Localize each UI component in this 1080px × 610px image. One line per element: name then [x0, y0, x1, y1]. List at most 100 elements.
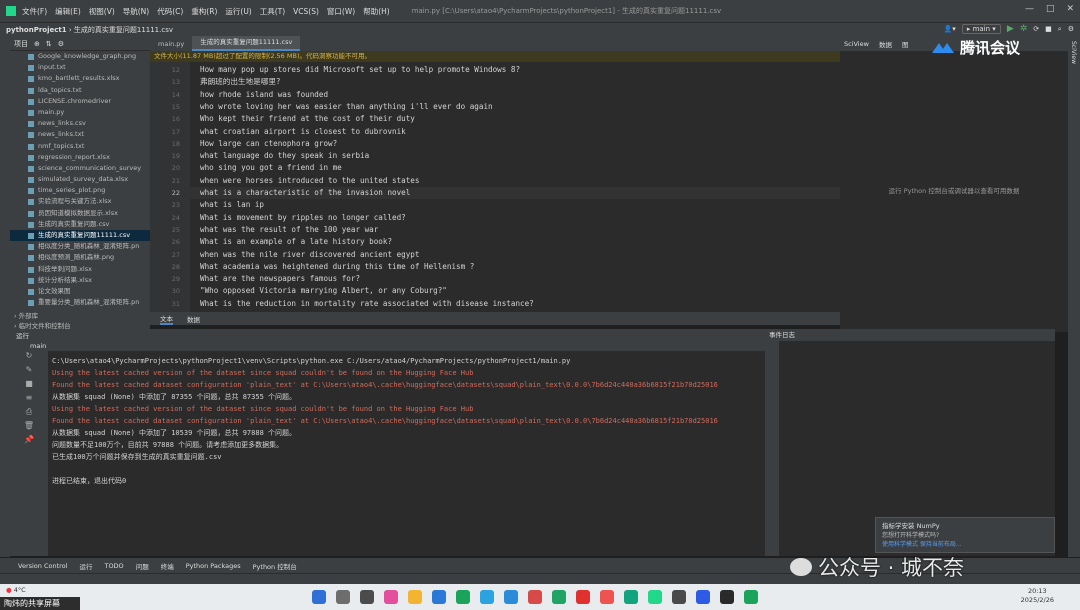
settings-icon[interactable]: ⚙ — [1068, 25, 1074, 33]
menu-item[interactable]: 视图(V) — [89, 7, 115, 16]
breadcrumb[interactable]: pythonProject1 › 生成的真实重复问题11111.csv — [6, 25, 173, 35]
menu-item[interactable]: VCS(S) — [293, 7, 319, 16]
file-tree-item[interactable]: 论文效果图 — [10, 286, 150, 297]
editor-tab[interactable]: 生成的真实重复问题11111.csv — [192, 36, 301, 51]
file-tree-item[interactable]: 生成的真实重复问题11111.csv — [10, 230, 150, 242]
app-icon[interactable] — [624, 590, 638, 604]
app-icon[interactable] — [744, 590, 758, 604]
app-icon[interactable] — [384, 590, 398, 604]
collapse-icon[interactable]: ⇅ — [46, 40, 52, 48]
notification-links[interactable]: 使用科学模式 保持当前布局... — [882, 539, 1048, 548]
file-tree-item[interactable]: simulated_survey_data.xlsx — [10, 174, 150, 185]
debug-icon[interactable]: ✲ — [1020, 24, 1028, 34]
run-tab[interactable]: main — [10, 341, 765, 351]
editor-view-tab[interactable]: 数据 — [187, 314, 200, 324]
run-tab-label[interactable]: main — [30, 342, 46, 350]
tool-window-button[interactable]: Python 控制台 — [253, 561, 297, 571]
run-console[interactable]: C:\Users\atao4\PycharmProjects\pythonPro… — [48, 351, 765, 556]
breadcrumb-file[interactable]: 生成的真实重复问题11111.csv — [74, 26, 173, 34]
pin-icon[interactable]: 📌 — [10, 435, 48, 449]
stop-icon[interactable]: ■ — [1045, 25, 1052, 33]
sciview-side-tab[interactable]: SciView — [1070, 41, 1077, 64]
tool-window-button[interactable]: 问题 — [136, 561, 149, 571]
app-icon[interactable] — [432, 590, 446, 604]
task-view-icon[interactable] — [360, 590, 374, 604]
menu-item[interactable]: 窗口(W) — [327, 7, 355, 16]
menu-item[interactable]: 编辑(E) — [55, 7, 81, 16]
app-icon[interactable] — [528, 590, 542, 604]
clock[interactable]: 20:13 2025/2/26 — [1021, 587, 1054, 605]
file-tree-item[interactable]: 实验流程与关键方法.xlsx — [10, 196, 150, 207]
file-tree-item[interactable]: science_communication_survey — [10, 163, 150, 174]
file-tree-item[interactable]: 员因知道模拟数据显示.xlsx — [10, 208, 150, 219]
file-tree-item[interactable]: 统计分析结果.xlsx — [10, 275, 150, 286]
app-icon[interactable] — [576, 590, 590, 604]
edge-icon[interactable] — [480, 590, 494, 604]
tool-window-button[interactable]: 运行 — [79, 561, 92, 571]
explorer-icon[interactable] — [408, 590, 422, 604]
gear-icon[interactable]: ⚙ — [58, 40, 64, 48]
run-config-select[interactable]: ▸ main ▾ — [961, 24, 1001, 34]
file-tree-item[interactable]: time_series_plot.png — [10, 185, 150, 196]
file-tree-item[interactable]: regression_report.xlsx — [10, 152, 150, 163]
menu-item[interactable]: 重构(R) — [191, 7, 217, 16]
weather-widget[interactable]: ● 4°C — [6, 586, 26, 594]
file-tree-item[interactable]: kmo_bartlett_results.xlsx — [10, 73, 150, 84]
minimize-icon[interactable]: — — [1025, 4, 1034, 14]
start-icon[interactable] — [312, 590, 326, 604]
editor-tab[interactable]: main.py — [150, 38, 192, 51]
app-icon[interactable] — [504, 590, 518, 604]
print-icon[interactable]: ⎙ — [10, 407, 48, 421]
scroll-icon[interactable]: ≡ — [10, 393, 48, 407]
tool-window-button[interactable]: TODO — [104, 562, 123, 570]
search-icon[interactable]: ⌕ — [1058, 25, 1062, 34]
tool-window-button[interactable]: Version Control — [18, 562, 67, 570]
sciview-tab-plots[interactable]: 图 — [902, 39, 909, 49]
editor-view-tab[interactable]: 文本 — [160, 313, 173, 325]
file-tree-item[interactable]: 科技举刺问题.xlsx — [10, 264, 150, 275]
project-footer-item[interactable]: › 外部库 — [14, 310, 71, 320]
pycharm-icon[interactable] — [648, 590, 662, 604]
code-editor[interactable]: How many pop up stores did Microsoft set… — [190, 62, 840, 312]
file-tree-item[interactable]: Google_knowledge_graph.png — [10, 51, 150, 62]
file-tree-item[interactable]: news_links.txt — [10, 129, 150, 140]
file-tree-item[interactable]: lda_topics.txt — [10, 85, 150, 96]
app-icon[interactable] — [456, 590, 470, 604]
user-icon[interactable]: 👤▾ — [944, 25, 956, 33]
file-tree-item[interactable]: nmf_topics.txt — [10, 141, 150, 152]
coverage-icon[interactable]: ⟳ — [1033, 25, 1039, 33]
maximize-icon[interactable]: □ — [1046, 4, 1055, 14]
wrench-icon[interactable]: ✎ — [10, 365, 48, 379]
wps-icon[interactable] — [600, 590, 614, 604]
menu-item[interactable]: 运行(U) — [225, 7, 251, 16]
locate-icon[interactable]: ⊕ — [34, 40, 40, 48]
tool-window-button[interactable]: 终端 — [161, 561, 174, 571]
project-panel-title[interactable]: 项目 — [14, 39, 28, 49]
menu-item[interactable]: 工具(T) — [260, 7, 285, 16]
app-icon[interactable] — [720, 590, 734, 604]
menu-item[interactable]: 帮助(H) — [363, 7, 390, 16]
file-tree-item[interactable]: 相似度分类_随机森林_混淆矩阵.pn — [10, 241, 150, 252]
search-icon[interactable] — [336, 590, 350, 604]
menu-item[interactable]: 导航(N) — [123, 7, 149, 16]
file-tree-item[interactable]: main.py — [10, 107, 150, 118]
app-icon[interactable] — [696, 590, 710, 604]
menu-item[interactable]: 代码(C) — [157, 7, 183, 16]
file-tree-item[interactable]: LICENSE.chromedriver — [10, 96, 150, 107]
tool-window-button[interactable]: Python Packages — [186, 562, 241, 570]
app-icon[interactable] — [672, 590, 686, 604]
menu-item[interactable]: 文件(F) — [22, 7, 47, 16]
close-icon[interactable]: ✕ — [1066, 4, 1074, 14]
file-tree-item[interactable]: news_links.csv — [10, 118, 150, 129]
delete-icon[interactable]: 🗑 — [10, 421, 48, 435]
file-tree-item[interactable]: 相似度预测_随机森林.png — [10, 252, 150, 263]
app-icon[interactable] — [552, 590, 566, 604]
file-tree-item[interactable]: 生成的真实重复问题.csv — [10, 219, 150, 230]
sciview-tab-data[interactable]: 数据 — [879, 39, 892, 49]
rerun-icon[interactable]: ↻ — [10, 351, 48, 365]
stop-icon[interactable]: ■ — [10, 379, 48, 393]
run-icon[interactable]: ▶ — [1007, 24, 1014, 34]
file-tree-item[interactable]: input.txt — [10, 62, 150, 73]
breadcrumb-project[interactable]: pythonProject1 — [6, 26, 67, 34]
file-tree-item[interactable]: 重要量分类_随机森林_混淆矩阵.pn — [10, 297, 150, 308]
